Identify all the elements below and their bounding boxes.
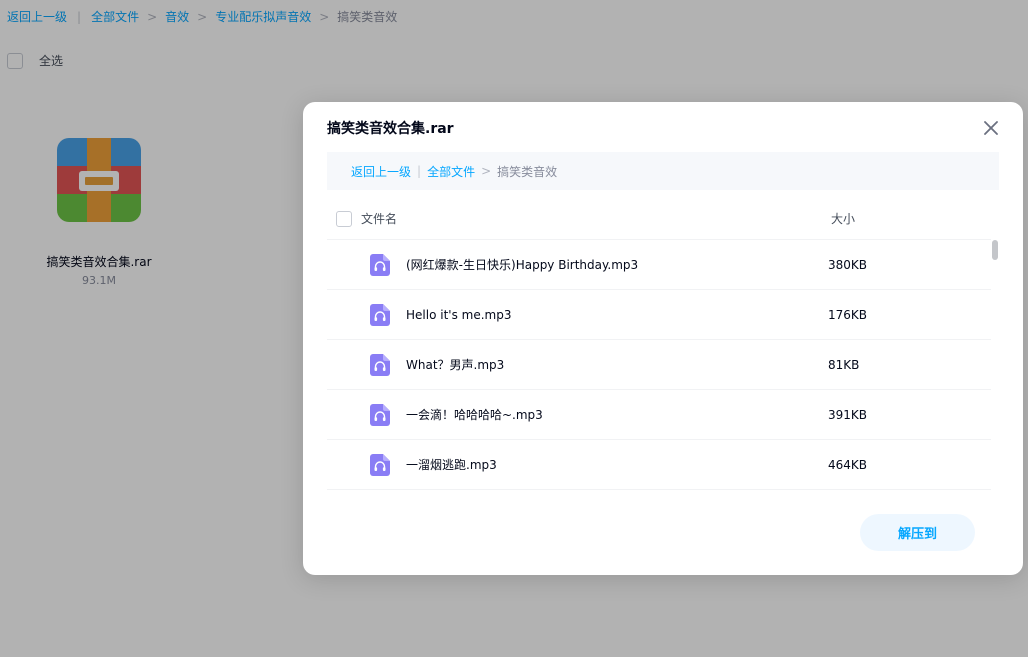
extract-to-button[interactable]: 解压到 xyxy=(860,514,975,551)
close-icon[interactable] xyxy=(982,119,1000,137)
table-header: 文件名 大小 xyxy=(327,198,991,240)
list-scrollbar[interactable] xyxy=(992,240,998,260)
table-row[interactable]: What？男声.mp3 81KB xyxy=(327,340,991,390)
archive-preview-dialog: 搞笑类音效合集.rar 返回上一级 | 全部文件 > 搞笑类音效 文件名 大小 … xyxy=(303,102,1023,575)
select-all-files-checkbox[interactable] xyxy=(336,210,352,227)
audio-file-icon xyxy=(370,303,390,326)
file-list: (网红爆款-生日快乐)Happy Birthday.mp3 380KB Hell… xyxy=(327,240,991,490)
dialog-breadcrumb-current: 搞笑类音效 xyxy=(497,164,558,179)
file-name: What？男声.mp3 xyxy=(406,358,505,372)
dialog-breadcrumb-back-link[interactable]: 返回上一级 xyxy=(351,163,411,180)
file-size: 380KB xyxy=(828,257,868,272)
file-size: 391KB xyxy=(828,407,868,422)
table-row[interactable]: Hello it's me.mp3 176KB xyxy=(327,290,991,340)
table-row[interactable]: 一溜烟逃跑.mp3 464KB xyxy=(327,440,991,490)
dialog-title: 搞笑类音效合集.rar xyxy=(327,121,454,137)
chevron-right-icon: > xyxy=(481,164,492,178)
file-size: 176KB xyxy=(828,307,868,322)
column-header-name[interactable]: 文件名 xyxy=(361,210,831,227)
column-header-size[interactable]: 大小 xyxy=(831,210,855,227)
audio-file-icon xyxy=(370,403,390,426)
file-size: 464KB xyxy=(828,457,868,472)
audio-file-icon xyxy=(370,253,390,276)
table-row[interactable]: (网红爆款-生日快乐)Happy Birthday.mp3 380KB xyxy=(327,240,991,290)
file-name: (网红爆款-生日快乐)Happy Birthday.mp3 xyxy=(406,258,639,272)
file-name: 一溜烟逃跑.mp3 xyxy=(406,458,497,472)
breadcrumb-divider: | xyxy=(417,164,422,178)
audio-file-icon xyxy=(370,453,390,476)
file-size: 81KB xyxy=(828,357,860,372)
dialog-breadcrumb-root[interactable]: 全部文件 xyxy=(427,163,475,180)
table-row[interactable]: 一会滴！哈哈哈哈~.mp3 391KB xyxy=(327,390,991,440)
file-name: 一会滴！哈哈哈哈~.mp3 xyxy=(406,408,543,422)
dialog-breadcrumb: 返回上一级 | 全部文件 > 搞笑类音效 xyxy=(327,152,999,190)
file-name: Hello it's me.mp3 xyxy=(406,307,512,322)
audio-file-icon xyxy=(370,353,390,376)
